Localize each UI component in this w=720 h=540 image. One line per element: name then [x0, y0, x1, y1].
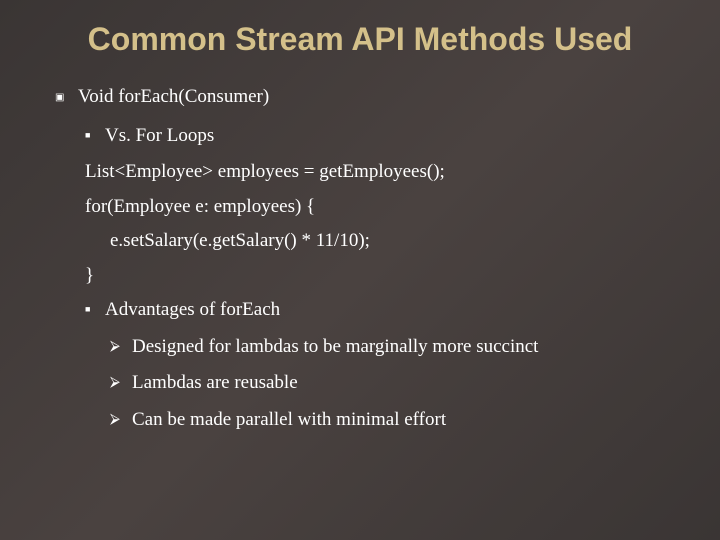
code-line-4: } [60, 262, 680, 291]
bullet-main: Void forEach(Consumer) [60, 83, 680, 112]
code-line-2: for(Employee e: employees) { [60, 193, 680, 222]
bullet-advantage-1: Designed for lambdas to be marginally mo… [60, 333, 680, 362]
slide-content: Void forEach(Consumer) Vs. For Loops Lis… [40, 83, 680, 434]
bullet-advantage-3: Can be made parallel with minimal effort [60, 406, 680, 435]
bullet-advantage-2: Lambdas are reusable [60, 369, 680, 398]
bullet-sub-vs-loops: Vs. For Loops [60, 122, 680, 151]
slide-container: Common Stream API Methods Used Void forE… [0, 0, 720, 540]
code-line-3: e.setSalary(e.getSalary() * 11/10); [60, 227, 680, 256]
code-line-1: List<Employee> employees = getEmployees(… [60, 158, 680, 187]
slide-title: Common Stream API Methods Used [40, 20, 680, 58]
bullet-sub-advantages: Advantages of forEach [60, 296, 680, 325]
